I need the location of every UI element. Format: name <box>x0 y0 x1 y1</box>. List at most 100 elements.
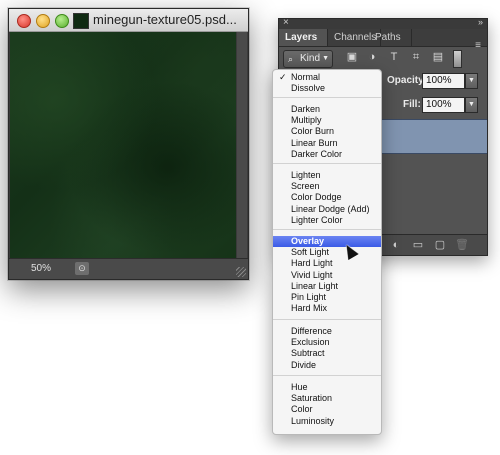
type-filter-icon[interactable]: T <box>387 50 401 64</box>
collapse-icon[interactable]: » <box>478 17 483 27</box>
menu-item-pin-light[interactable]: Pin Light <box>273 292 381 303</box>
new-layer-icon[interactable]: ▢ <box>433 238 447 252</box>
menu-item-label: Hard Mix <box>291 303 328 314</box>
tab-layers[interactable]: Layers <box>279 29 328 46</box>
menu-item-label: Subtract <box>291 348 325 359</box>
shape-filter-icon[interactable]: ⌗ <box>409 50 423 64</box>
menu-item-label: Darken <box>291 104 321 114</box>
minimize-window-button[interactable] <box>36 14 50 28</box>
menu-item-label: Linear Burn <box>291 137 338 148</box>
vertical-scrollbar[interactable] <box>237 32 247 258</box>
menu-item-lighter-color[interactable]: Lighter Color <box>273 215 381 226</box>
menu-item-label: Normal <box>291 72 321 82</box>
menu-item-normal[interactable]: ✓ Normal <box>273 72 381 83</box>
menu-item-label: Color Dodge <box>291 192 342 203</box>
checkmark-icon: ✓ <box>279 72 287 82</box>
menu-item-label: Vivid Light <box>291 269 333 280</box>
image-filter-icon[interactable]: ▣ <box>345 50 359 64</box>
document-thumbnail-icon <box>73 13 89 29</box>
close-window-button[interactable] <box>17 14 31 28</box>
menu-item-subtract[interactable]: Subtract <box>273 348 381 359</box>
document-title: minegun-texture05.psd... <box>93 12 237 27</box>
menu-item-label: Darker Color <box>291 148 343 159</box>
menu-item-hue[interactable]: Hue <box>273 382 381 393</box>
resize-grip-icon[interactable] <box>236 267 246 277</box>
menu-item-screen[interactable]: Screen <box>273 181 381 192</box>
opacity-dropdown-button[interactable]: ▼ <box>465 73 478 89</box>
menu-item-color-burn[interactable]: Color Burn <box>273 126 381 137</box>
menu-separator <box>273 97 381 98</box>
menu-item-label: Exclusion <box>291 337 330 348</box>
fill-label: Fill: <box>403 99 421 110</box>
menu-item-label: Multiply <box>291 115 322 126</box>
menu-item-darken[interactable]: Darken <box>273 104 381 115</box>
opacity-field[interactable]: 100% <box>422 73 465 89</box>
menu-item-label: Linear Dodge (Add) <box>291 203 370 214</box>
menu-item-label: Lighten <box>291 170 321 180</box>
search-icon: ⌕ <box>288 54 294 64</box>
menu-item-dissolve[interactable]: Dissolve <box>273 83 381 94</box>
menu-item-label: Linear Light <box>291 280 339 291</box>
kind-filter-select[interactable]: ⌕ Kind ▼ <box>283 50 333 68</box>
menu-item-soft-light[interactable]: Soft Light <box>273 247 381 258</box>
menu-item-color[interactable]: Color <box>273 404 381 415</box>
menu-item-label: Saturation <box>291 393 333 404</box>
menu-separator <box>273 229 381 230</box>
kind-label: Kind <box>300 53 321 64</box>
panel-header[interactable]: × » <box>279 17 487 29</box>
menu-item-label: Color <box>291 404 313 415</box>
document-status-bar: 50% ⊙ <box>9 258 248 279</box>
menu-item-label: Pin Light <box>291 292 327 302</box>
zoom-window-button[interactable] <box>55 14 69 28</box>
menu-item-linear-dodge-add[interactable]: Linear Dodge (Add) <box>273 204 381 215</box>
adjustment-filter-icon[interactable]: ◑ <box>365 50 379 64</box>
menu-item-hard-light[interactable]: Hard Light <box>273 258 381 269</box>
document-window: minegun-texture05.psd... 50% ⊙ <box>8 8 249 280</box>
menu-item-multiply[interactable]: Multiply <box>273 115 381 126</box>
menu-item-label: Lighter Color <box>291 214 343 225</box>
layer-filter-row: ⌕ Kind ▼ ▣ ◑ T ⌗ ▤ <box>279 47 487 71</box>
menu-item-label: Soft Light <box>291 247 330 258</box>
blend-mode-menu: ✓ Normal Dissolve Darken Multiply Color Burn L… <box>272 69 382 435</box>
menu-item-label: Hue <box>291 382 308 392</box>
group-folder-icon[interactable]: ▭ <box>411 238 425 252</box>
menu-item-overlay[interactable]: Overlay <box>273 236 381 247</box>
filter-toggle-switch[interactable] <box>453 50 462 68</box>
menu-separator <box>273 375 381 376</box>
panel-tabs: Layers Channels Paths ≡ <box>279 29 487 51</box>
document-canvas[interactable] <box>10 32 236 258</box>
menu-item-luminosity[interactable]: Luminosity <box>273 416 381 427</box>
menu-item-saturation[interactable]: Saturation <box>273 393 381 404</box>
menu-item-divide[interactable]: Divide <box>273 360 381 371</box>
menu-item-lighten[interactable]: Lighten <box>273 170 381 181</box>
adjustment-layer-icon[interactable]: ◐ <box>389 238 403 252</box>
menu-separator <box>273 319 381 320</box>
document-titlebar[interactable]: minegun-texture05.psd... <box>9 9 248 32</box>
menu-item-label: Screen <box>291 181 320 192</box>
menu-item-label: Difference <box>291 326 332 336</box>
tab-paths[interactable]: Paths <box>369 29 412 46</box>
menu-item-label: Dissolve <box>291 83 326 94</box>
menu-item-linear-light[interactable]: Linear Light <box>273 281 381 292</box>
menu-item-linear-burn[interactable]: Linear Burn <box>273 138 381 149</box>
menu-item-difference[interactable]: Difference <box>273 326 381 337</box>
menu-item-label: Color Burn <box>291 126 335 137</box>
fill-dropdown-button[interactable]: ▼ <box>465 97 478 113</box>
menu-separator <box>273 163 381 164</box>
menu-item-color-dodge[interactable]: Color Dodge <box>273 192 381 203</box>
menu-item-hard-mix[interactable]: Hard Mix <box>273 303 381 314</box>
preview-icon[interactable]: ⊙ <box>75 262 89 275</box>
menu-item-exclusion[interactable]: Exclusion <box>273 337 381 348</box>
menu-item-darker-color[interactable]: Darker Color <box>273 149 381 160</box>
smart-object-filter-icon[interactable]: ▤ <box>431 50 445 64</box>
trash-icon[interactable]: 🗑 <box>455 238 469 252</box>
opacity-label: Opacity: <box>387 75 428 86</box>
menu-item-vivid-light[interactable]: Vivid Light <box>273 270 381 281</box>
menu-item-label: Divide <box>291 359 317 370</box>
chevron-down-icon: ▼ <box>322 55 329 62</box>
fill-field[interactable]: 100% <box>422 97 465 113</box>
close-icon[interactable]: × <box>283 17 289 28</box>
menu-item-label: Luminosity <box>291 415 335 426</box>
menu-item-label: Overlay <box>291 236 325 246</box>
zoom-level[interactable]: 50% <box>31 263 51 274</box>
